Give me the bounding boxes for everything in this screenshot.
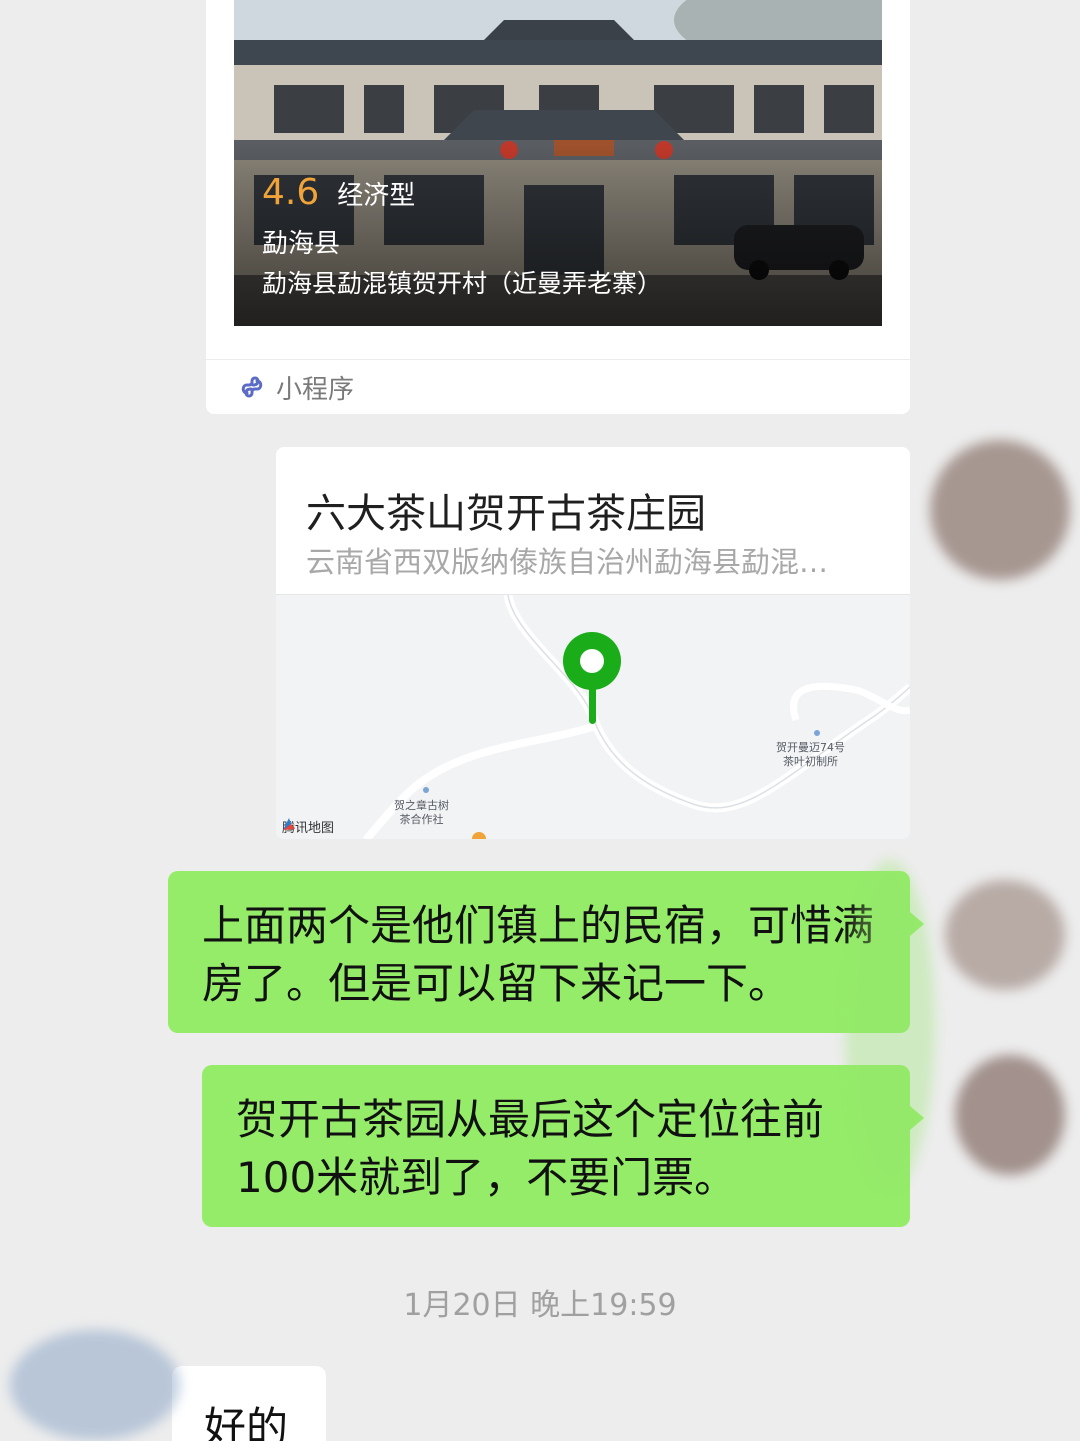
message-text: 贺开古茶园从最后这个定位往前100米就到了，不要门票。 [236,1095,825,1202]
map-poi-label: 贺开曼迈74号 茶叶初制所 [776,741,845,769]
poi-2-line-1: 贺之章古树 [394,799,449,812]
message-text: 好的 [204,1403,289,1441]
message-bubble-outgoing[interactable]: 贺开古茶园从最后这个定位往前100米就到了，不要门票。 [202,1065,910,1227]
location-map[interactable]: 贺开曼迈74号 茶叶初制所 贺之章古树 茶合作社 腾讯地图 [276,594,910,839]
message-timestamp: 1月20日 晚上19:59 [403,1288,677,1323]
poi-1-line-2: 茶叶初制所 [783,755,838,768]
location-address: 云南省西双版纳傣族自治州勐海县勐混… [306,545,829,579]
hotel-address: 勐海县勐混镇贺开村（近曼弄老寨） [262,269,663,298]
chat-view: 4.6 经济型 勐海县 勐海县勐混镇贺开村（近曼弄老寨） 小程序 六大茶山贺开古… [0,0,1080,1441]
message-text: 上面两个是他们镇上的民宿，可惜满房了。但是可以留下来记一下。 [202,901,875,1008]
map-provider-logo: 腾讯地图 [282,817,334,836]
bubble-tail [910,1106,924,1130]
message-bubble-outgoing[interactable]: 上面两个是他们镇上的民宿，可惜满房了。但是可以留下来记一下。 [168,871,910,1033]
privacy-smudge [955,1055,1065,1175]
privacy-smudge [10,1330,180,1440]
hotel-photo: 4.6 经济型 勐海县 勐海县勐混镇贺开村（近曼弄老寨） [234,0,882,326]
location-title: 六大茶山贺开古茶庄园 [306,491,706,537]
rating-row: 4.6 经济型 [262,172,662,222]
poi-1-line-1: 贺开曼迈74号 [776,741,845,754]
mini-program-card[interactable]: 4.6 经济型 勐海县 勐海县勐混镇贺开村（近曼弄老寨） 小程序 [206,0,910,414]
map-poi-label: 贺之章古树 茶合作社 [394,799,449,827]
tencent-map-icon [283,818,295,830]
poi-2-line-2: 茶合作社 [399,813,444,826]
bubble-tail [910,912,924,936]
mini-program-label: 小程序 [276,374,355,405]
location-pin-icon [563,632,621,724]
hotel-county: 勐海县 [262,229,341,259]
mini-program-icon [241,376,263,398]
location-card[interactable]: 六大茶山贺开古茶庄园 云南省西双版纳傣族自治州勐海县勐混… 贺开曼迈74号 茶叶… [276,447,910,839]
hotel-info-overlay: 4.6 经济型 勐海县 勐海县勐混镇贺开村（近曼弄老寨） [262,172,662,304]
privacy-smudge [930,440,1070,580]
hotel-rating: 4.6 [262,172,320,213]
message-bubble-incoming[interactable]: 好的 [172,1366,326,1441]
mini-program-footer: 小程序 [206,359,910,414]
privacy-smudge [945,880,1065,990]
hotel-type: 经济型 [337,181,416,211]
